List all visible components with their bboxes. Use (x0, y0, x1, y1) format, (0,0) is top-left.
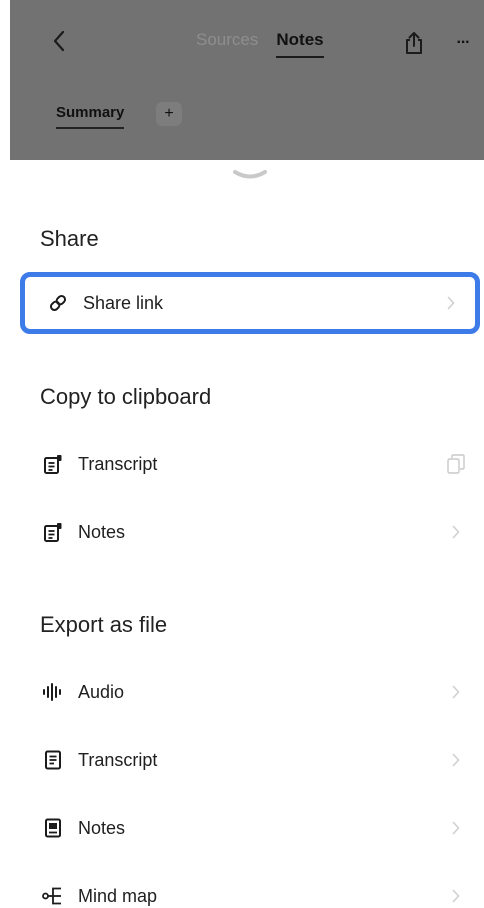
tab-sources[interactable]: Sources (196, 30, 258, 56)
copy-transcript-label: Transcript (78, 453, 158, 474)
copy-notes-label: Notes (78, 521, 126, 542)
audio-waveform-icon (42, 681, 64, 703)
chevron-right-icon (441, 293, 461, 313)
copy-icon[interactable] (446, 454, 466, 474)
link-icon (47, 292, 69, 314)
share-section-title: Share (40, 226, 99, 251)
tab-notes[interactable]: Notes (276, 30, 324, 58)
chevron-right-icon (446, 682, 466, 702)
add-note-button[interactable]: + (156, 102, 182, 126)
share-sheet-screen: Sources Notes ··· Summary + Share Share … (0, 0, 484, 908)
sheet-handle[interactable] (232, 168, 268, 182)
document-icon (42, 749, 64, 771)
share-button[interactable] (400, 28, 428, 58)
chevron-down-icon (233, 170, 267, 179)
more-options-button[interactable]: ··· (448, 28, 478, 58)
copy-notes-row[interactable]: Notes (20, 504, 480, 560)
transcript-icon (42, 453, 64, 475)
export-mind-map-row[interactable]: Mind map (20, 868, 480, 908)
copy-transcript-row[interactable]: Transcript (20, 436, 480, 492)
notes-icon (42, 521, 64, 543)
plus-icon: + (164, 105, 174, 122)
back-chevron-icon (53, 30, 65, 52)
tab-summary[interactable]: Summary (56, 104, 125, 129)
more-icon: ··· (456, 34, 471, 51)
clipboard-section-title: Copy to clipboard (40, 384, 212, 409)
chevron-right-icon (446, 522, 466, 542)
chevron-right-icon (446, 750, 466, 770)
export-audio-label: Audio (78, 681, 125, 702)
export-mind-map-label: Mind map (78, 885, 158, 906)
share-link-label: Share link (83, 292, 164, 313)
view-tabs: Sources Notes (196, 30, 324, 58)
chevron-right-icon (446, 818, 466, 838)
export-transcript-label: Transcript (78, 749, 158, 770)
export-audio-row[interactable]: Audio (20, 664, 480, 720)
share-link-row[interactable]: Share link (20, 272, 480, 334)
back-button[interactable] (44, 24, 74, 58)
share-icon (406, 32, 422, 54)
export-transcript-row[interactable]: Transcript (20, 732, 480, 788)
share-sheet: Share Share link Copy to clipboard Trans… (0, 160, 484, 908)
export-notes-label: Notes (78, 817, 126, 838)
chevron-right-icon (446, 886, 466, 906)
notes-file-icon (42, 817, 64, 839)
dimmed-header: Sources Notes ··· Summary + (10, 0, 484, 160)
export-notes-row[interactable]: Notes (20, 800, 480, 856)
mind-map-icon (42, 885, 64, 907)
export-section-title: Export as file (40, 612, 168, 637)
